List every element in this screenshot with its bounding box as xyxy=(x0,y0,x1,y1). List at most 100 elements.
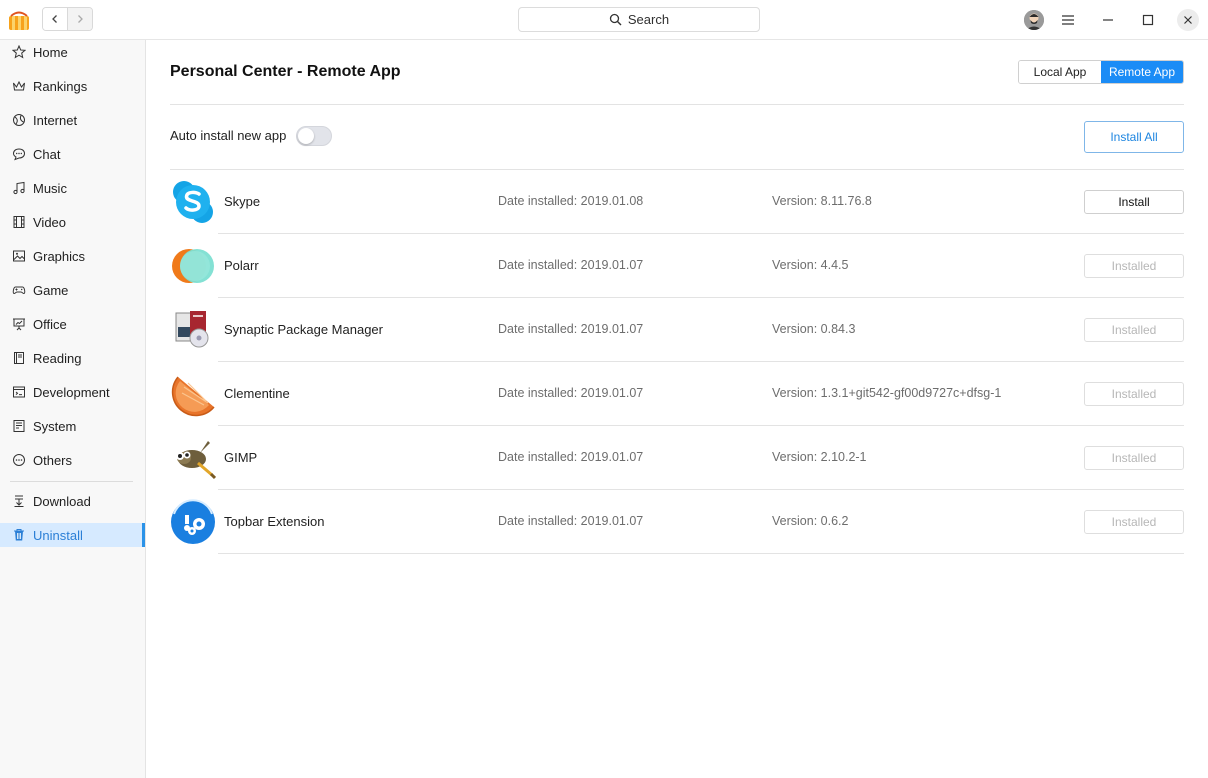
header-divider xyxy=(170,104,1184,105)
app-date-installed: Date installed: 2019.01.07 xyxy=(498,258,644,272)
sidebar-item-download[interactable]: Download xyxy=(0,489,145,513)
menu-button[interactable] xyxy=(1058,10,1078,30)
skype-icon xyxy=(170,179,216,225)
search-icon xyxy=(609,13,622,26)
app-version: Version: 8.11.76.8 xyxy=(772,194,872,208)
install-all-button[interactable]: Install All xyxy=(1084,121,1184,153)
sidebar-item-label: Music xyxy=(33,180,67,196)
clementine-icon xyxy=(170,371,216,417)
auto-install-toggle[interactable] xyxy=(296,126,332,146)
close-icon xyxy=(1184,16,1192,24)
sidebar-item-label: Graphics xyxy=(33,248,86,264)
sidebar-item-office[interactable]: Office xyxy=(0,312,145,336)
back-button[interactable] xyxy=(43,8,68,30)
picture-icon xyxy=(13,250,25,262)
sidebar-item-label: Internet xyxy=(33,112,78,128)
maximize-button[interactable] xyxy=(1138,10,1158,30)
book-icon xyxy=(14,352,24,364)
app-date-installed: Date installed: 2019.01.07 xyxy=(498,450,644,464)
title-bar: Search xyxy=(0,0,1208,40)
sidebar-item-label: Home xyxy=(33,44,68,60)
sidebar-item-label: Uninstall xyxy=(33,527,83,543)
globe-icon xyxy=(13,114,25,126)
sidebar-divider xyxy=(10,481,133,482)
maximize-icon xyxy=(1142,14,1154,26)
sidebar-item-rankings[interactable]: Rankings xyxy=(0,74,145,98)
navigation-buttons xyxy=(42,7,93,31)
tab-local-app[interactable]: Local App xyxy=(1019,61,1101,83)
tab-remote-app[interactable]: Remote App xyxy=(1101,61,1183,83)
app-row: Clementine Date installed: 2019.01.07 Ve… xyxy=(170,362,1184,426)
sidebar-item-development[interactable]: Development xyxy=(0,380,145,404)
sidebar-item-label: Video xyxy=(33,214,67,230)
trash-icon xyxy=(14,529,24,541)
sidebar: Home Rankings Internet Chat Music Video … xyxy=(0,40,146,778)
app-row: Polarr Date installed: 2019.01.07 Versio… xyxy=(170,234,1184,298)
user-avatar[interactable] xyxy=(1024,10,1044,30)
app-row: Skype Date installed: 2019.01.08 Version… xyxy=(170,170,1184,234)
app-date-installed: Date installed: 2019.01.08 xyxy=(498,194,644,208)
sidebar-item-graphics[interactable]: Graphics xyxy=(0,244,145,268)
sidebar-item-music[interactable]: Music xyxy=(0,176,145,200)
sidebar-item-others[interactable]: Others xyxy=(0,448,145,472)
install-button[interactable]: Install xyxy=(1084,190,1184,214)
sidebar-item-uninstall[interactable]: Uninstall xyxy=(0,523,145,547)
presentation-icon xyxy=(13,318,25,331)
sidebar-item-home[interactable]: Home xyxy=(0,40,145,64)
sidebar-item-chat[interactable]: Chat xyxy=(0,142,145,166)
installed-button: Installed xyxy=(1084,446,1184,470)
sidebar-item-label: Rankings xyxy=(33,78,88,94)
forward-button[interactable] xyxy=(67,8,92,30)
installed-button: Installed xyxy=(1084,510,1184,534)
app-name: Polarr xyxy=(224,258,259,273)
close-button[interactable] xyxy=(1177,9,1199,31)
sidebar-item-video[interactable]: Video xyxy=(0,210,145,234)
search-placeholder: Search xyxy=(627,12,670,27)
sidebar-item-label: Development xyxy=(33,384,110,400)
installed-button: Installed xyxy=(1084,382,1184,406)
app-store-logo-icon xyxy=(7,8,31,32)
app-row: Topbar Extension Date installed: 2019.01… xyxy=(170,490,1184,554)
sidebar-item-reading[interactable]: Reading xyxy=(0,346,145,370)
app-version: Version: 4.4.5 xyxy=(772,258,849,272)
app-name: Topbar Extension xyxy=(224,514,325,529)
app-date-installed: Date installed: 2019.01.07 xyxy=(498,386,644,400)
page-title: Personal Center - Remote App xyxy=(170,63,401,80)
download-icon xyxy=(14,495,24,507)
sidebar-item-label: Others xyxy=(33,452,73,468)
more-icon xyxy=(13,454,25,466)
sidebar-item-game[interactable]: Game xyxy=(0,278,145,302)
topbar-extension-icon xyxy=(170,499,216,545)
sidebar-item-label: Game xyxy=(33,282,69,298)
film-icon xyxy=(13,216,25,228)
star-icon xyxy=(12,45,26,59)
search-input[interactable]: Search xyxy=(518,7,760,32)
music-note-icon xyxy=(13,181,25,195)
app-date-installed: Date installed: 2019.01.07 xyxy=(498,322,644,336)
chevron-right-icon xyxy=(78,15,84,23)
app-row: GIMP Date installed: 2019.01.07 Version:… xyxy=(170,426,1184,490)
sidebar-item-system[interactable]: System xyxy=(0,414,145,438)
minimize-button[interactable] xyxy=(1098,10,1118,30)
app-row: Synaptic Package Manager Date installed:… xyxy=(170,298,1184,362)
app-source-tabs: Local App Remote App xyxy=(1018,60,1184,84)
row-divider xyxy=(218,553,1184,554)
app-name: GIMP xyxy=(224,450,258,465)
system-icon xyxy=(13,420,25,432)
chat-icon xyxy=(12,148,26,161)
sidebar-item-internet[interactable]: Internet xyxy=(0,108,145,132)
sidebar-item-label: Reading xyxy=(33,350,82,366)
toggle-knob xyxy=(298,128,314,144)
app-version: Version: 2.10.2-1 xyxy=(772,450,867,464)
gamepad-icon xyxy=(12,286,26,295)
sidebar-item-label: System xyxy=(33,418,77,434)
installed-button: Installed xyxy=(1084,318,1184,342)
app-name: Synaptic Package Manager xyxy=(224,322,383,337)
auto-install-label: Auto install new app xyxy=(170,128,287,143)
avatar-icon xyxy=(1024,10,1044,30)
app-name: Skype xyxy=(224,194,261,209)
chevron-left-icon xyxy=(52,15,58,23)
app-version: Version: 0.84.3 xyxy=(772,322,856,336)
sidebar-item-label: Office xyxy=(33,316,67,332)
sidebar-item-label: Download xyxy=(33,493,91,509)
